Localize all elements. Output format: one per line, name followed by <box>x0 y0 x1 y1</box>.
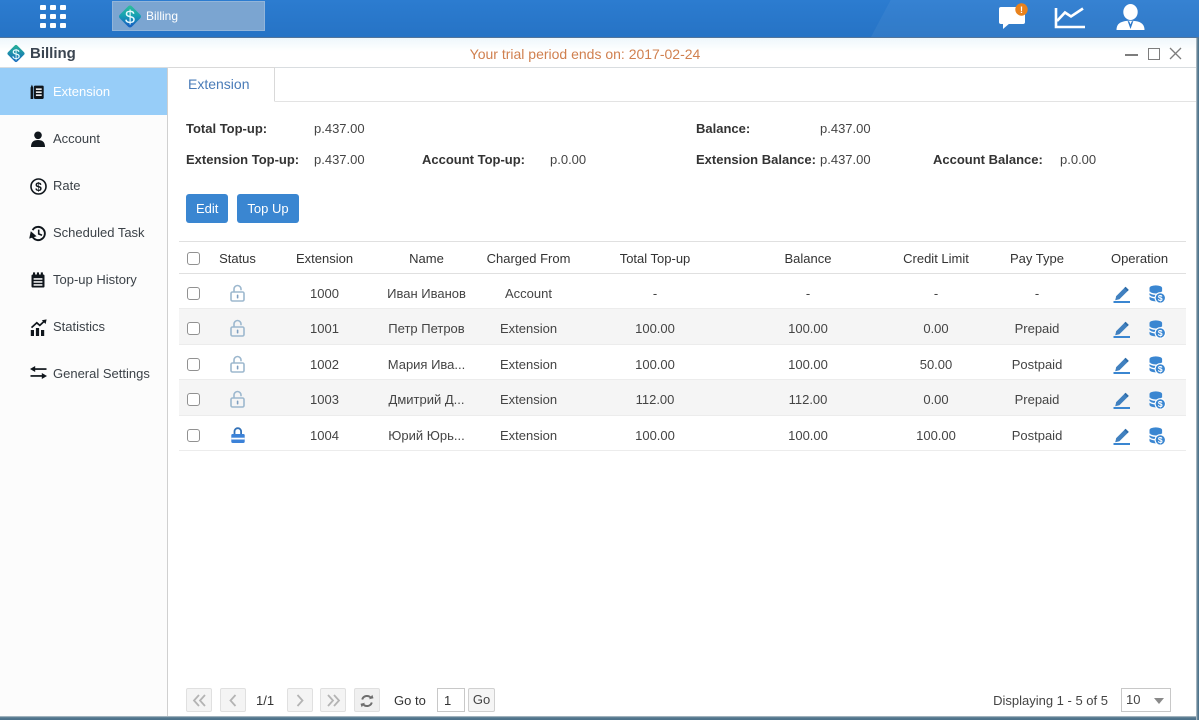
svg-text:$: $ <box>1158 364 1163 374</box>
svg-text:$: $ <box>35 180 42 194</box>
svg-text:$: $ <box>1158 399 1163 409</box>
svg-text:$: $ <box>125 7 135 27</box>
svg-text:!: ! <box>1020 5 1023 15</box>
svg-text:$: $ <box>1158 328 1163 338</box>
svg-text:$: $ <box>1158 293 1163 303</box>
svg-text:$: $ <box>1158 435 1163 445</box>
